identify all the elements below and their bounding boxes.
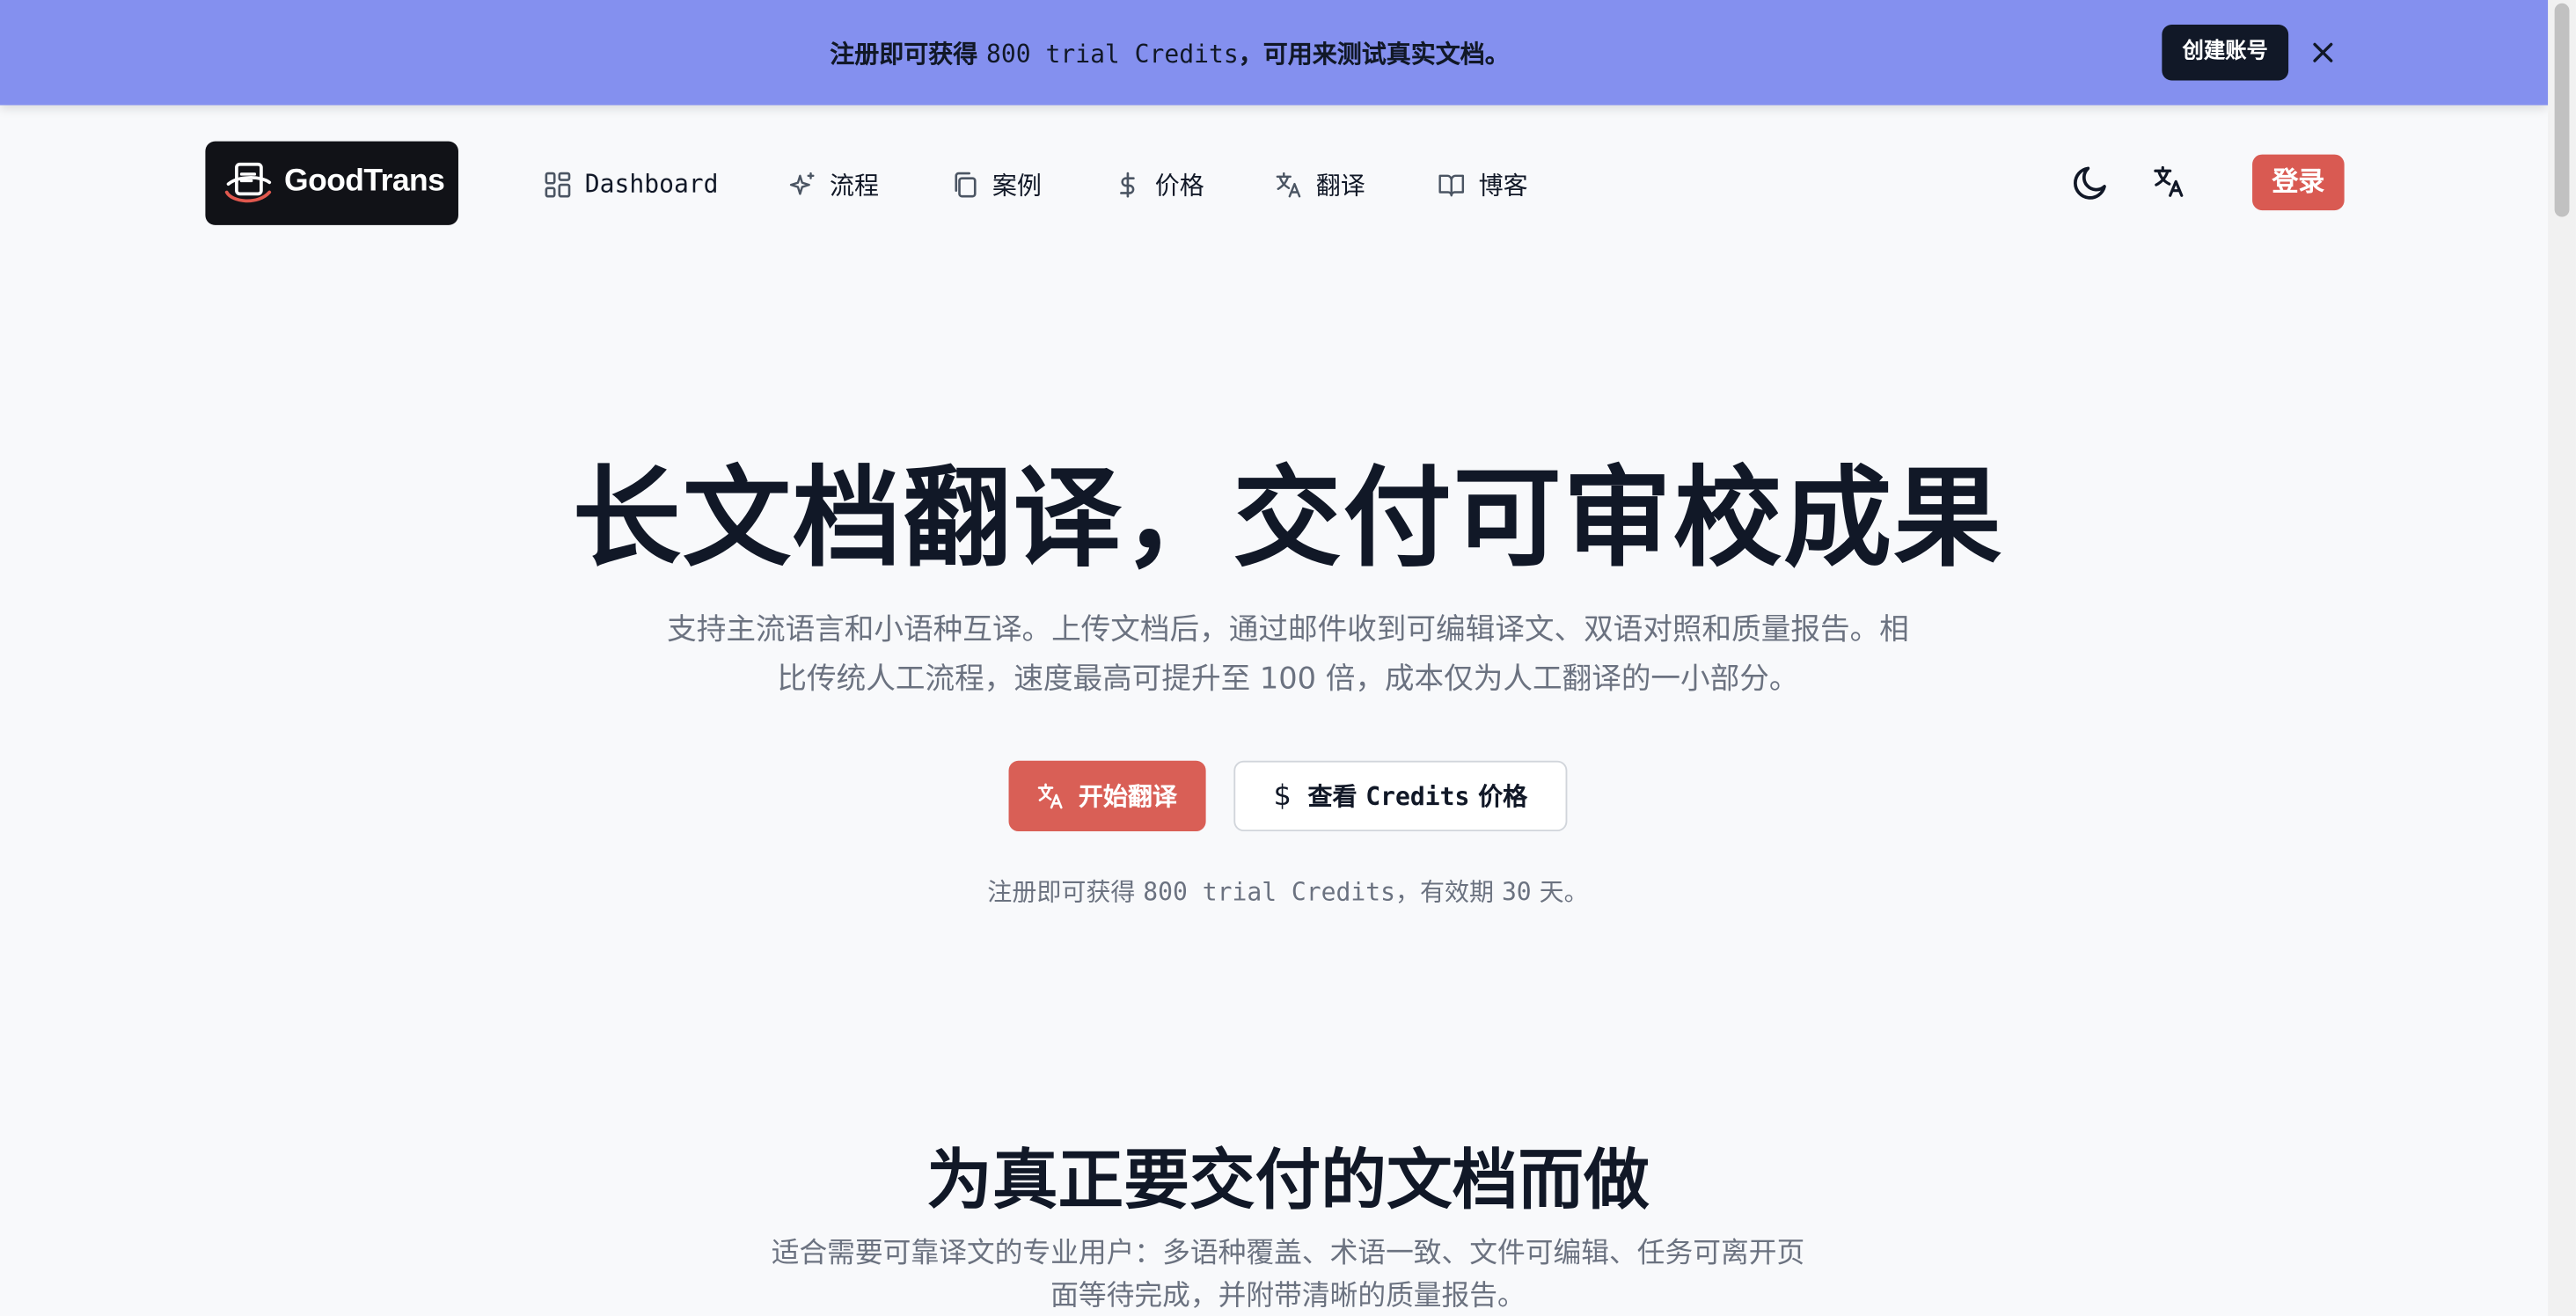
grid-icon	[545, 171, 571, 197]
create-account-button[interactable]: 创建账号	[2162, 25, 2289, 81]
banner-text-end: ，可用来测试真实文档。	[1238, 39, 1510, 69]
banner-text-credits: 800 trial Credits	[986, 39, 1239, 69]
view-pricing-label-prefix: 查看	[1307, 782, 1366, 812]
note-text-start: 注册即可获得	[987, 877, 1144, 907]
nav-item-blog[interactable]: 博客	[1438, 166, 1528, 202]
nav-label-translate: 翻译	[1315, 170, 1365, 200]
view-pricing-button[interactable]: $ 查看 Credits 价格	[1233, 760, 1568, 832]
logo-text: GoodTrans	[284, 164, 445, 199]
logo[interactable]: GoodTrans	[205, 141, 458, 225]
start-translation-button[interactable]: 开始翻译	[1008, 760, 1206, 832]
nav-label-dashboard: Dashboard	[584, 169, 719, 199]
banner-message: 注册即可获得 800 trial Credits，可用来测试真实文档。	[0, 36, 2339, 70]
note-credits: 800 trial Credits	[1143, 877, 1395, 907]
nav-label-process: 流程	[829, 170, 880, 200]
moon-icon[interactable]	[2070, 161, 2113, 204]
banner-text-start: 注册即可获得	[830, 39, 987, 69]
start-translation-label: 开始翻译	[1078, 782, 1177, 812]
logo-icon	[224, 162, 272, 203]
nav-item-translate[interactable]: 翻译	[1275, 166, 1365, 202]
note-text-mid: ，有效期	[1394, 877, 1502, 907]
translate-icon	[1038, 783, 1064, 809]
nav-item-cases[interactable]: 案例	[951, 166, 1042, 202]
copy-icon	[955, 171, 977, 197]
book-icon	[1438, 173, 1465, 196]
section-subtitle: 适合需要可靠译文的专业用户：多语种覆盖、术语一致、文件可编辑、任务可离开页面等待…	[771, 1237, 1805, 1313]
nav-item-process[interactable]: 流程	[788, 166, 879, 202]
dollar-icon: $	[1273, 779, 1292, 813]
note-text-end: 天。	[1531, 877, 1589, 907]
nav-label-cases: 案例	[992, 170, 1042, 200]
hero-subtitle: 支持主流语言和小语种互译。上传文档后，通过邮件收到可编辑译文、双语对照和质量报告…	[667, 612, 1909, 697]
page: 注册即可获得 800 trial Credits，可用来测试真实文档。 创建账号…	[0, 0, 2576, 1316]
nav-label-pricing: 价格	[1154, 170, 1204, 200]
promo-banner: 注册即可获得 800 trial Credits，可用来测试真实文档。 创建账号	[0, 0, 2549, 106]
login-button[interactable]: 登录	[2252, 154, 2345, 211]
hero-title: 长文档翻译，交付可审校成果	[572, 455, 2004, 582]
note-days: 30	[1501, 877, 1532, 907]
view-pricing-label-suffix: 价格	[1469, 782, 1528, 812]
translate-icon	[1276, 171, 1301, 197]
language-translate-icon[interactable]	[2148, 161, 2192, 204]
section-title: 为真正要交付的文档而做	[926, 1143, 1650, 1219]
view-pricing-label-credits: Credits	[1365, 781, 1470, 811]
nav-item-dashboard[interactable]: Dashboard	[544, 166, 719, 202]
close-icon[interactable]	[2309, 38, 2338, 68]
trial-credits-note: 注册即可获得 800 trial Credits，有效期 30 天。	[0, 874, 2576, 909]
nav-label-blog: 博客	[1478, 170, 1528, 200]
dollar-icon	[1120, 171, 1135, 197]
nav-item-pricing[interactable]: 价格	[1114, 166, 1204, 202]
scrollbar-thumb[interactable]	[2554, 3, 2570, 217]
sparkles-icon	[789, 171, 815, 194]
